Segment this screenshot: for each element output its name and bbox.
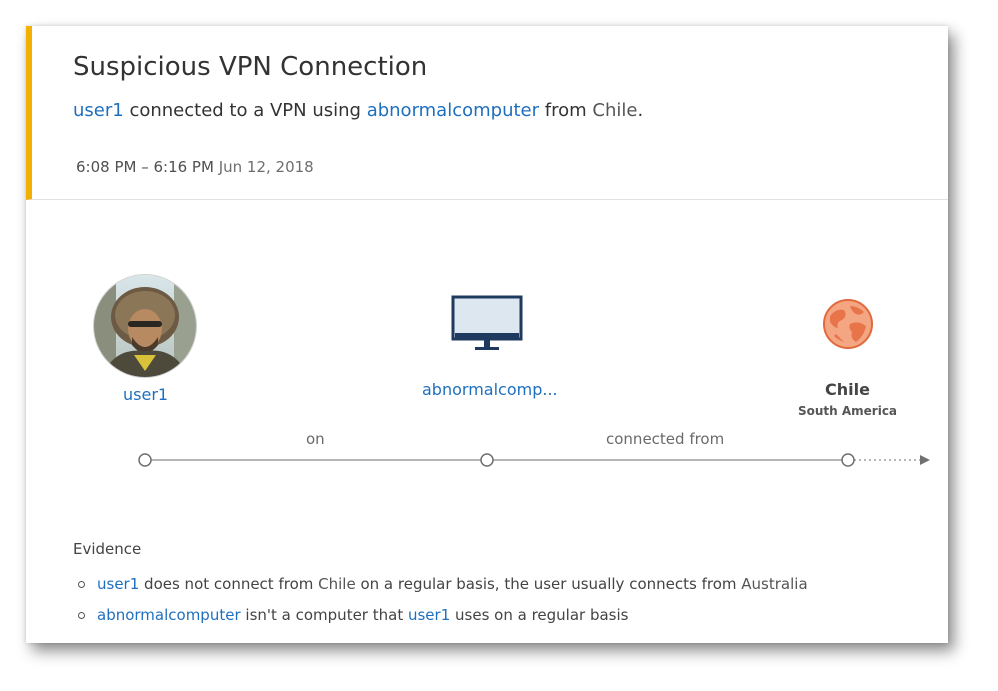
alert-summary: user1 connected to a VPN using abnormalc… [73,100,643,121]
bullet-icon [78,612,85,619]
alert-time: 6:08 PM – 6:16 PM Jun 12, 2018 [76,158,314,176]
usual-country-name: Australia [741,575,808,593]
bullet-icon [78,581,85,588]
edge-label-connected-from: connected from [606,430,725,448]
computer-node-label[interactable]: abnormalcomp... [422,380,558,399]
location-node-label: Chile [825,380,870,399]
summary-text: connected to a VPN using [129,100,361,121]
alert-card: Suspicious VPN Connection user1 connecte… [26,26,948,643]
evidence-heading: Evidence [73,540,142,558]
computer-link[interactable]: abnormalcomputer [367,100,539,121]
edge-label-on: on [306,430,325,448]
user-link[interactable]: user1 [73,100,124,121]
location-region-label: South America [797,404,898,418]
country-name: Chile [592,100,638,121]
evidence-list: user1 does not connect from Chile on a r… [78,575,808,637]
computer-link[interactable]: abnormalcomputer [97,606,241,624]
evidence-item: user1 does not connect from Chile on a r… [78,575,808,606]
evidence-text: does not connect from [144,575,314,593]
monitor-icon[interactable] [451,295,523,357]
user-link[interactable]: user1 [97,575,139,593]
alert-header: Suspicious VPN Connection user1 connecte… [26,26,948,200]
user-node-label[interactable]: user1 [123,385,168,404]
evidence-text: uses on a regular basis [455,606,629,624]
evidence-item: abnormalcomputer isn't a computer that u… [78,606,808,637]
evidence-text: on a regular basis, the user usually con… [360,575,737,593]
alert-date: Jun 12, 2018 [218,158,314,176]
globe-icon[interactable] [822,298,874,354]
evidence-text: isn't a computer that [245,606,404,624]
time-range: 6:08 PM – 6:16 PM [76,158,214,176]
connection-timeline [136,449,936,477]
alert-title: Suspicious VPN Connection [73,52,428,82]
country-name: Chile [318,575,356,593]
user-avatar[interactable] [94,275,196,377]
summary-period: . [637,100,644,121]
user-link[interactable]: user1 [408,606,450,624]
summary-text: from [544,100,587,121]
